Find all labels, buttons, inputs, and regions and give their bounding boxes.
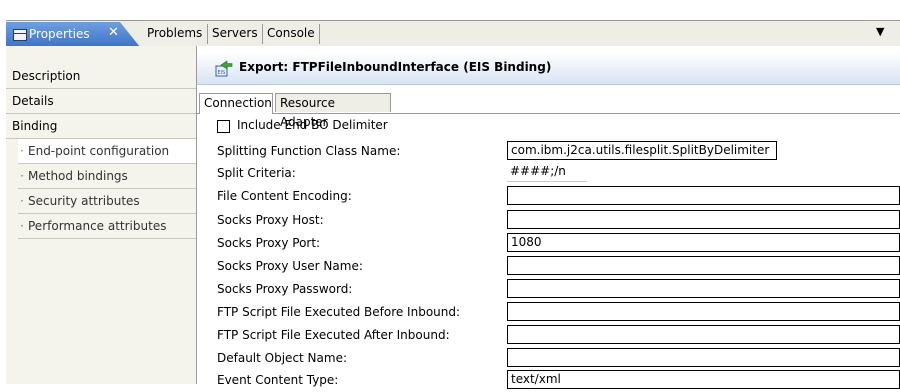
socks-proxy-password-input[interactable] xyxy=(507,279,900,298)
field-label: File Content Encoding: xyxy=(217,189,352,203)
tab-properties[interactable]: Properties ✕ xyxy=(6,22,140,47)
tab-connection[interactable]: Connection xyxy=(199,93,273,114)
field-label: FTP Script File Executed After Inbound: xyxy=(217,328,450,342)
form-row-file-content-encoding: File Content Encoding: xyxy=(197,185,900,208)
nav-item-performance-attributes[interactable]: Performance attributes xyxy=(18,214,196,239)
tab-separator xyxy=(262,24,263,44)
section-header: EIS Export: FTPFileInboundInterface (EIS… xyxy=(197,52,900,85)
eis-export-icon: EIS xyxy=(215,60,233,77)
nav-item-description[interactable]: Description xyxy=(6,64,196,89)
form-row-socks-proxy-port: Socks Proxy Port: 1080 xyxy=(197,232,900,255)
splitting-function-class-name-input[interactable]: com.ibm.j2ca.utils.filesplit.SplitByDeli… xyxy=(507,141,777,160)
page-title: Export: FTPFileInboundInterface (EIS Bin… xyxy=(239,60,552,74)
field-label: Event Content Type: xyxy=(217,373,339,387)
file-content-encoding-input[interactable] xyxy=(507,186,900,205)
field-label: Default Object Name: xyxy=(217,351,348,365)
field-label: Socks Proxy Host: xyxy=(217,213,324,227)
form-row-socks-proxy-password: Socks Proxy Password: xyxy=(197,278,900,301)
subtab-bar: Connection Resource Adapter xyxy=(197,93,900,129)
tab-resource-adapter[interactable]: Resource Adapter xyxy=(275,93,391,129)
nav-item-binding[interactable]: Binding xyxy=(6,114,196,139)
view-tab-bar: Properties ✕ Problems Servers Console ▼ xyxy=(6,20,900,48)
field-label: Split Criteria: xyxy=(217,166,296,180)
checkbox-label: Include End BO Delimiter xyxy=(237,118,388,132)
properties-nav: Description Details Binding End-point co… xyxy=(6,46,197,384)
nav-item-details[interactable]: Details xyxy=(6,89,196,114)
close-icon[interactable]: ✕ xyxy=(108,25,119,40)
form-row-ftp-script-before: FTP Script File Executed Before Inbound: xyxy=(197,301,900,324)
nav-item-security-attributes[interactable]: Security attributes xyxy=(18,189,196,214)
ftp-script-before-inbound-input[interactable] xyxy=(507,302,900,321)
field-label: Socks Proxy Password: xyxy=(217,282,353,296)
form-row-splitting-function: Splitting Function Class Name: com.ibm.j… xyxy=(197,140,900,163)
form-row-socks-proxy-host: Socks Proxy Host: xyxy=(197,209,900,232)
socks-proxy-port-input[interactable]: 1080 xyxy=(507,233,900,252)
properties-content: EIS Export: FTPFileInboundInterface (EIS… xyxy=(197,46,900,389)
include-end-bo-delimiter-checkbox[interactable] xyxy=(217,120,230,133)
split-criteria-input[interactable]: ####;/n xyxy=(507,163,587,182)
svg-text:EIS: EIS xyxy=(218,70,226,76)
event-content-type-input[interactable]: text/xml xyxy=(507,370,900,389)
form-row-default-object-name: Default Object Name: xyxy=(197,347,900,370)
field-label: Splitting Function Class Name: xyxy=(217,144,401,158)
form-row-ftp-script-after: FTP Script File Executed After Inbound: xyxy=(197,324,900,347)
tab-servers[interactable]: Servers xyxy=(212,26,258,40)
tab-problems[interactable]: Problems xyxy=(147,26,202,40)
field-label: FTP Script File Executed Before Inbound: xyxy=(217,305,461,319)
nav-item-end-point-configuration[interactable]: End-point configuration xyxy=(18,139,196,164)
ftp-script-after-inbound-input[interactable] xyxy=(507,325,900,344)
tab-separator xyxy=(207,24,208,44)
tab-separator xyxy=(319,24,320,44)
default-object-name-input[interactable] xyxy=(507,348,900,367)
tab-properties-label: Properties xyxy=(29,27,90,41)
tab-console[interactable]: Console xyxy=(267,26,315,40)
field-label: Socks Proxy User Name: xyxy=(217,259,363,273)
form-row-socks-proxy-user-name: Socks Proxy User Name: xyxy=(197,255,900,278)
socks-proxy-host-input[interactable] xyxy=(507,210,900,229)
top-band xyxy=(0,0,900,20)
properties-icon xyxy=(13,29,27,41)
view-menu-icon[interactable]: ▼ xyxy=(876,25,884,38)
form-row-split-criteria: Split Criteria: ####;/n xyxy=(197,162,900,185)
socks-proxy-user-name-input[interactable] xyxy=(507,256,900,275)
field-label: Socks Proxy Port: xyxy=(217,236,321,250)
form-row-event-content-type: Event Content Type: text/xml xyxy=(197,369,900,392)
nav-item-method-bindings[interactable]: Method bindings xyxy=(18,164,196,189)
